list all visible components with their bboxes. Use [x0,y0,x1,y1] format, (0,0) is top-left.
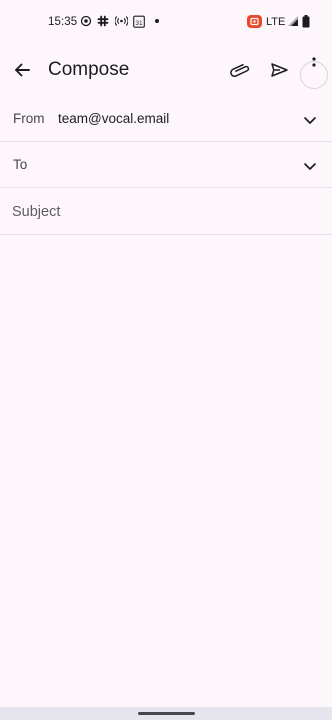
from-value: team@vocal.email [58,111,170,126]
chevron-down-icon [304,116,316,124]
subject-input[interactable] [12,201,312,223]
signal-icon [287,14,299,28]
more-vert-icon [312,57,316,67]
compose-screen: 15:35 31 LTE Compose From team@vocal.ema… [0,0,332,720]
slack-icon [97,14,109,28]
to-expand-button[interactable] [300,156,320,176]
compose-body-field[interactable] [0,235,332,707]
dot-icon [154,14,160,28]
from-label: From [13,111,45,126]
from-row[interactable]: From team@vocal.email [0,96,332,142]
status-time: 15:35 [48,16,78,28]
navigation-bar [0,707,332,720]
network-type: LTE [266,16,286,28]
battery-icon [302,14,310,28]
subject-row [0,188,332,235]
gesture-handle[interactable] [138,712,195,715]
attach-icon [230,63,250,77]
to-label: To [13,157,28,172]
page-title: Compose [48,59,130,80]
send-icon [271,63,288,77]
back-button[interactable] [8,54,36,86]
app-bar: Compose [0,44,332,96]
more-options-button[interactable] [300,57,328,89]
calendar-day-text: 31 [135,20,143,27]
from-expand-button[interactable] [300,110,320,130]
status-bar: 15:35 31 LTE [0,0,332,44]
back-arrow-icon [15,63,30,77]
hotspot-icon [115,14,128,28]
calendar-icon: 31 [133,14,145,28]
to-row[interactable]: To [0,142,332,188]
screen-record-icon [247,14,262,28]
camera-status-icon [80,14,92,28]
send-button[interactable] [265,56,293,84]
attach-button[interactable] [226,56,254,84]
chevron-down-icon [304,162,316,170]
